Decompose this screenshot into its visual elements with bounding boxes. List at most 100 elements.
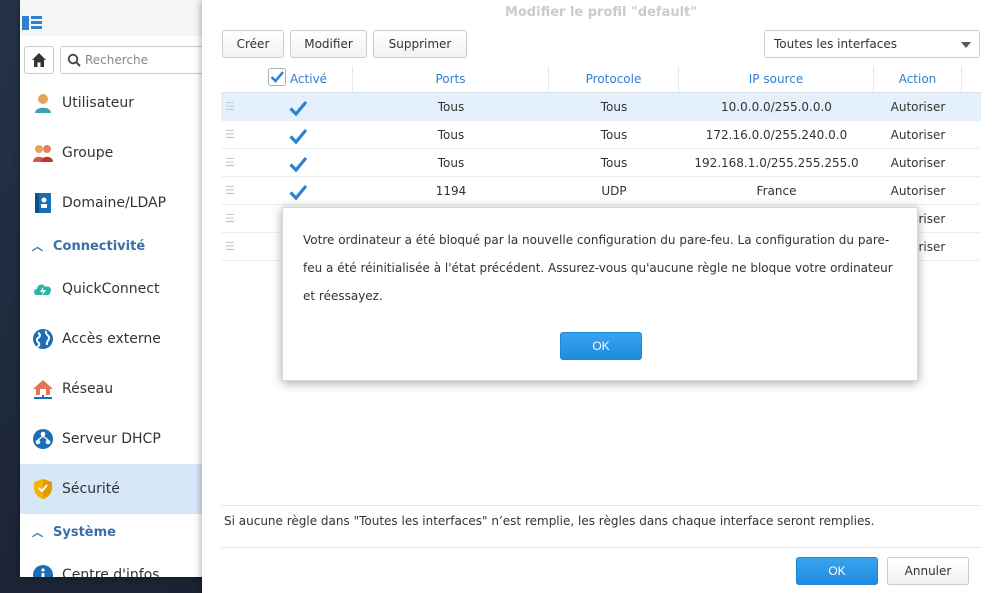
group-icon [32, 142, 54, 164]
search-placeholder: Recherche [85, 53, 149, 67]
sidebar-nav: Utilisateur Groupe Domaine/LDAP ︿ Connec… [20, 78, 220, 577]
cell-protocol: UDP [601, 184, 627, 198]
sidebar-item-utilisateur[interactable]: Utilisateur [20, 78, 220, 128]
dhcp-icon [32, 428, 54, 450]
delete-button[interactable]: Supprimer [373, 30, 467, 58]
home-icon [32, 53, 46, 67]
divider [221, 547, 981, 548]
sidebar-item-reseau[interactable]: Réseau [20, 364, 220, 414]
sidebar-item-acces-externe[interactable]: Accès externe [20, 314, 220, 364]
cell-protocol: Tous [600, 128, 628, 142]
sidebar-item-label: QuickConnect [62, 281, 160, 297]
table-row[interactable]: ☰ 1194 UDP France Autoriser [221, 177, 981, 205]
cell-source-ip: 10.0.0.0/255.0.0.0 [721, 100, 832, 114]
drag-handle-icon[interactable]: ☰ [221, 121, 243, 148]
drag-handle-icon[interactable]: ☰ [221, 233, 243, 260]
section-header-systeme[interactable]: ︿ Système [20, 514, 220, 550]
sidebar-item-label: Serveur DHCP [62, 431, 161, 447]
cloud-bolt-icon [32, 278, 54, 300]
footnote-text: Si aucune règle dans "Toutes les interfa… [224, 514, 875, 528]
cell-action: Autoriser [890, 100, 946, 114]
cell-action: Autoriser [890, 156, 946, 170]
create-button[interactable]: Créer [222, 30, 284, 58]
cell-ports: 1194 [435, 184, 467, 198]
drag-handle-icon[interactable]: ☰ [221, 205, 243, 232]
home-button[interactable] [24, 46, 54, 74]
alert-message-line: Votre ordinateur a été bloqué par la nou… [303, 233, 890, 247]
sidebar-item-centre-infos[interactable]: Centre d'infos [20, 550, 220, 577]
checkbox-checked-icon[interactable] [267, 68, 286, 86]
table-row[interactable]: ☰ Tous Tous 172.16.0.0/255.240.0.0 Autor… [221, 121, 981, 149]
interface-select[interactable]: Toutes les interfaces [764, 30, 980, 58]
cell-action: Autoriser [890, 128, 946, 142]
drag-handle-icon[interactable]: ☰ [221, 149, 243, 176]
ok-button[interactable]: OK [796, 557, 878, 585]
domain-icon [32, 192, 54, 214]
sidebar-item-label: Utilisateur [62, 95, 135, 111]
sidebar-item-serveur-dhcp[interactable]: Serveur DHCP [20, 414, 220, 464]
header-enabled[interactable]: Activé [243, 66, 353, 92]
drag-handle-icon[interactable]: ☰ [221, 177, 243, 204]
sidebar-item-label: Réseau [62, 381, 114, 397]
cell-ports: Tous [437, 128, 465, 142]
divider [221, 505, 981, 506]
section-label: Système [53, 524, 116, 540]
dialog-title: Modifier le profil "default" [504, 5, 698, 20]
table-row[interactable]: ☰ Tous Tous 10.0.0.0/255.0.0.0 Autoriser [221, 93, 981, 121]
chevron-up-icon: ︿ [32, 240, 43, 253]
section-header-connectivite[interactable]: ︿ Connectivité [20, 228, 220, 264]
modify-button[interactable]: Modifier [290, 30, 367, 58]
table-header: Activé Ports Protocole IP source Action [221, 66, 981, 93]
table-row[interactable]: ☰ Tous Tous 192.168.1.0/255.255.255.0 Au… [221, 149, 981, 177]
cell-ports: Tous [437, 156, 465, 170]
house-network-icon [32, 378, 54, 400]
checkbox-checked-icon[interactable] [289, 183, 307, 201]
alert-message: Votre ordinateur a été bloqué par la nou… [303, 226, 899, 310]
control-panel-titlebar [20, 0, 220, 36]
sidebar-item-label: Accès externe [62, 331, 161, 347]
control-panel-app-icon [22, 14, 44, 32]
checkbox-checked-icon[interactable] [289, 127, 307, 145]
section-label: Connectivité [53, 238, 146, 254]
cell-protocol: Tous [600, 100, 628, 114]
sidebar-item-domaine-ldap[interactable]: Domaine/LDAP [20, 178, 220, 228]
alert-ok-button[interactable]: OK [560, 332, 642, 360]
search-icon [67, 53, 81, 67]
shield-icon [32, 478, 54, 500]
control-panel-toolbar: Recherche [20, 43, 220, 77]
cell-source-ip: 192.168.1.0/255.255.255.0 [694, 156, 859, 170]
cell-ports: Tous [437, 100, 465, 114]
header-label: Activé [289, 72, 328, 86]
cell-source-ip: France [756, 184, 797, 198]
chevron-up-icon: ︿ [32, 526, 43, 539]
sidebar-item-label: Groupe [62, 145, 114, 161]
sidebar-item-label: Centre d'infos [62, 567, 160, 577]
cell-protocol: Tous [600, 156, 628, 170]
sidebar-item-label: Sécurité [62, 481, 120, 497]
alert-message-line: et réessayez. [303, 289, 383, 303]
checkbox-checked-icon[interactable] [289, 99, 307, 117]
drag-handle-icon[interactable]: ☰ [221, 93, 243, 120]
header-ports[interactable]: Ports [353, 66, 549, 92]
cell-action: Autoriser [890, 184, 946, 198]
cancel-button[interactable]: Annuler [887, 557, 969, 585]
cell-source-ip: 172.16.0.0/255.240.0.0 [705, 128, 848, 142]
control-panel-window: Recherche Utilisateur Groupe Domaine/LDA… [20, 0, 220, 577]
sidebar-item-groupe[interactable]: Groupe [20, 128, 220, 178]
user-icon [32, 92, 54, 114]
info-icon [32, 564, 54, 577]
sidebar-item-securite[interactable]: Sécurité [20, 464, 220, 514]
checkbox-checked-icon[interactable] [289, 155, 307, 173]
sidebar-item-label: Domaine/LDAP [62, 195, 167, 211]
interface-select-value: Toutes les interfaces [774, 37, 897, 51]
header-action[interactable]: Action [874, 66, 962, 92]
header-handle [221, 66, 243, 92]
header-source-ip[interactable]: IP source [679, 66, 874, 92]
alert-message-line: feu a été réinitialisée à l'état précéde… [303, 261, 893, 275]
globe-icon [32, 328, 54, 350]
header-protocol[interactable]: Protocole [549, 66, 679, 92]
sidebar-item-quickconnect[interactable]: QuickConnect [20, 264, 220, 314]
chevron-down-icon [961, 42, 971, 48]
search-input[interactable]: Recherche [60, 46, 220, 74]
firewall-blocked-alert: Votre ordinateur a été bloqué par la nou… [282, 207, 918, 381]
